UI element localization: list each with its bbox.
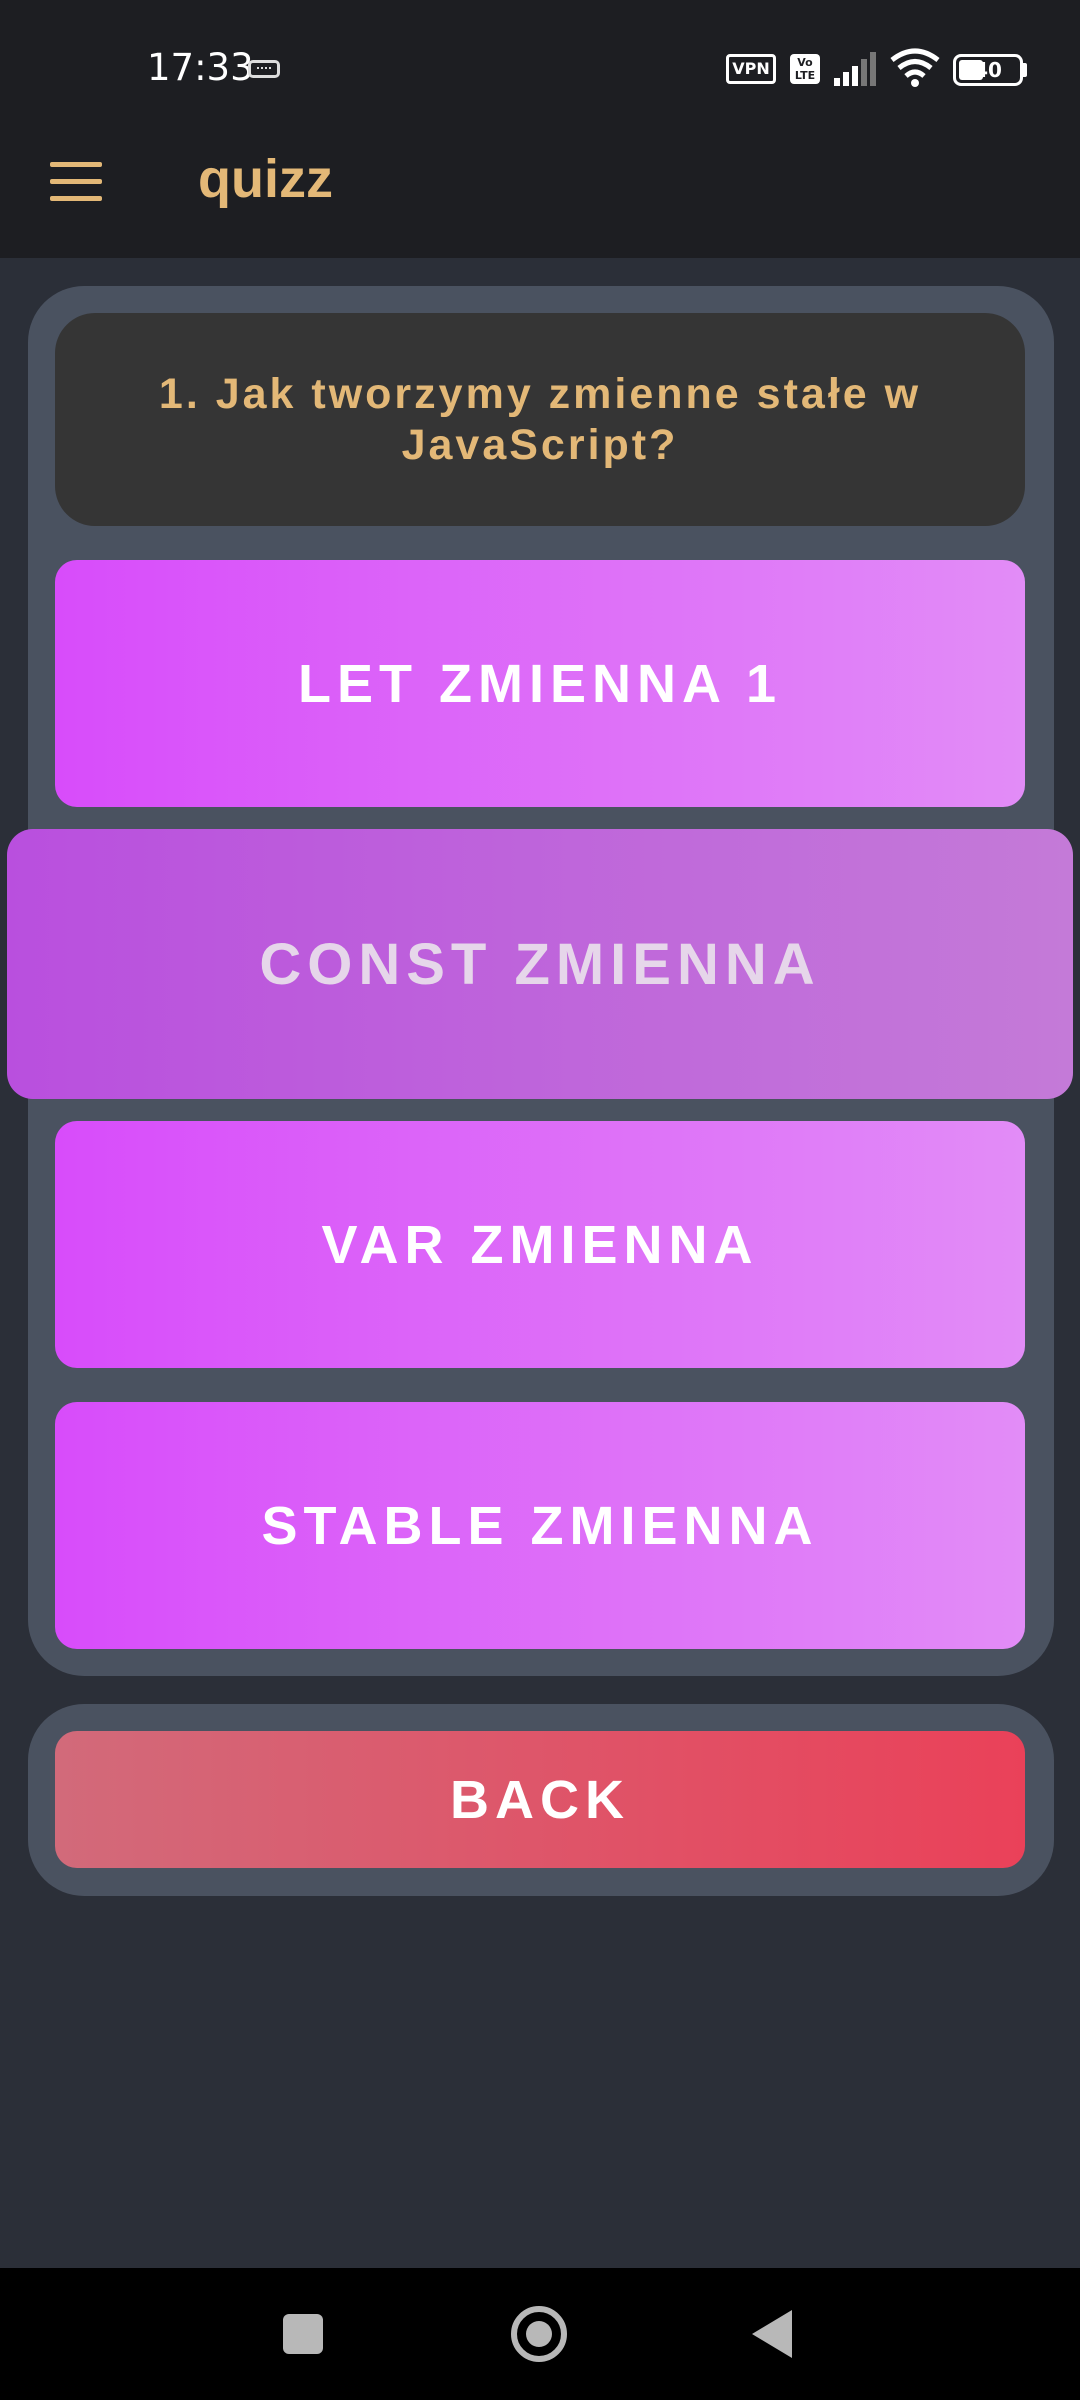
menu-line bbox=[50, 196, 102, 201]
back-label: BACK bbox=[450, 1769, 630, 1830]
battery-nub bbox=[1023, 63, 1027, 77]
answer-label: LET ZMIENNA 1 bbox=[297, 653, 782, 714]
keyboard-icon bbox=[248, 60, 280, 78]
volte-icon: Vo LTE bbox=[790, 54, 820, 84]
signal-icon bbox=[834, 52, 876, 86]
back-button[interactable]: BACK bbox=[55, 1731, 1025, 1868]
answer-button-1[interactable]: LET ZMIENNA 1 bbox=[55, 560, 1025, 807]
screen: 17:33 VPN Vo LTE 40 quizz 1. Jak tworzym… bbox=[0, 0, 1080, 2400]
answer-label: CONST ZMIENNA bbox=[259, 931, 821, 997]
menu-line bbox=[50, 162, 102, 167]
system-nav-bar bbox=[0, 2268, 1080, 2400]
status-time: 17:33 bbox=[147, 46, 254, 89]
menu-line bbox=[50, 179, 102, 184]
wifi-icon bbox=[890, 48, 940, 87]
answer-label: STABLE ZMIENNA bbox=[261, 1495, 819, 1556]
recents-icon[interactable] bbox=[283, 2314, 323, 2354]
battery-icon: 40 bbox=[953, 54, 1023, 86]
back-icon[interactable] bbox=[752, 2310, 792, 2358]
app-bar: quizz bbox=[0, 110, 1080, 258]
home-icon[interactable] bbox=[511, 2306, 567, 2362]
battery-level: 40 bbox=[974, 58, 1002, 82]
vpn-icon: VPN bbox=[726, 54, 776, 84]
question-text: 1. Jak tworzymy zmienne stałe w JavaScri… bbox=[158, 369, 922, 469]
answer-label: VAR ZMIENNA bbox=[321, 1214, 759, 1275]
answer-button-3[interactable]: VAR ZMIENNA bbox=[55, 1121, 1025, 1368]
app-title: quizz bbox=[198, 149, 333, 209]
hamburger-menu-icon[interactable] bbox=[50, 162, 102, 202]
answer-button-2[interactable]: CONST ZMIENNA bbox=[7, 829, 1073, 1099]
answer-button-4[interactable]: STABLE ZMIENNA bbox=[55, 1402, 1025, 1649]
question-box: 1. Jak tworzymy zmienne stałe w JavaScri… bbox=[55, 313, 1025, 526]
